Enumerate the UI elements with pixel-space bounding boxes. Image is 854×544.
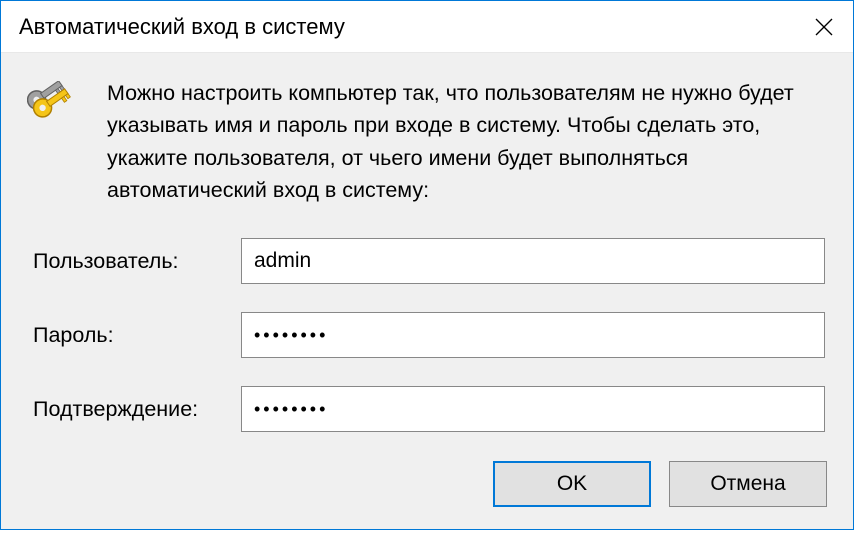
password-row: Пароль: — [27, 312, 827, 358]
confirm-input[interactable] — [241, 386, 825, 432]
dialog-content: Можно настроить компьютер так, что польз… — [1, 53, 853, 432]
close-button[interactable] — [795, 1, 853, 53]
cancel-button[interactable]: Отмена — [669, 461, 827, 507]
titlebar: Автоматический вход в систему — [1, 1, 853, 53]
username-input[interactable] — [241, 238, 825, 284]
username-label: Пользователь: — [27, 249, 241, 274]
confirm-label: Подтверждение: — [27, 397, 241, 422]
ok-button[interactable]: OK — [493, 461, 651, 507]
confirm-row: Подтверждение: — [27, 386, 827, 432]
close-icon — [815, 18, 833, 36]
dialog-title: Автоматический вход в систему — [19, 14, 345, 40]
password-input[interactable] — [241, 312, 825, 358]
description-row: Можно настроить компьютер так, что польз… — [27, 77, 827, 206]
username-row: Пользователь: — [27, 238, 827, 284]
password-label: Пароль: — [27, 323, 241, 348]
button-row: OK Отмена — [493, 461, 827, 507]
auto-login-dialog: Автоматический вход в систему — [0, 0, 854, 530]
description-text: Можно настроить компьютер так, что польз… — [107, 77, 827, 206]
keys-icon — [27, 81, 83, 137]
